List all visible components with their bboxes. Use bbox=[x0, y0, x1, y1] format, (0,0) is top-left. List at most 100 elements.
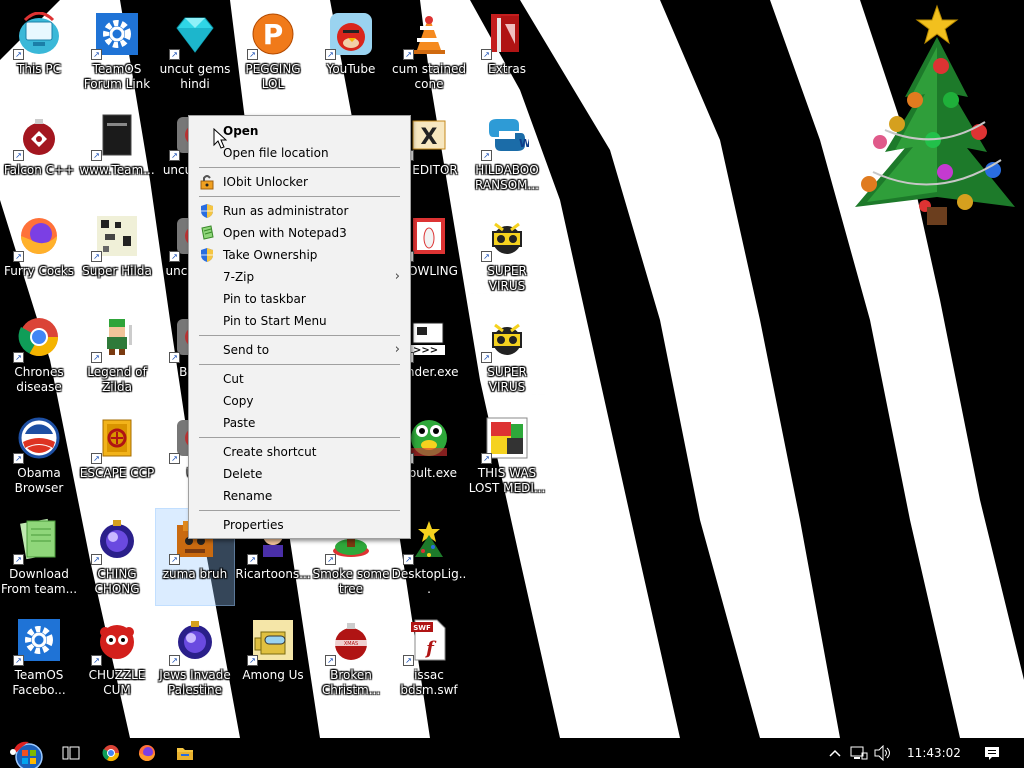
desktop-icon-label: THIS WAS LOST MEDI... bbox=[468, 466, 546, 495]
menu-item-paste[interactable]: Paste bbox=[189, 412, 410, 434]
menu-item-label: Cut bbox=[223, 372, 244, 386]
desktop-icon-label: HILDABOO RANSOM... bbox=[475, 163, 539, 192]
menu-separator bbox=[199, 437, 400, 438]
chrome-icon bbox=[102, 745, 120, 762]
desktop-icon[interactable]: ↗ SUPER VIRUS MAKER 90... bbox=[468, 206, 546, 302]
desktop-icon[interactable]: ↗ Furry Cocks bbox=[0, 206, 78, 302]
ender-icon: >>>↗ bbox=[403, 313, 453, 363]
action-center-icon bbox=[985, 747, 999, 760]
desktop-icon[interactable]: XMAS ↗ Broken Christm... bbox=[312, 610, 390, 706]
firefox-icon bbox=[139, 745, 155, 761]
desktop-icon[interactable]: SWF f ↗ issac bdsm.swf bbox=[390, 610, 468, 706]
mahjong-icon: ↗ bbox=[91, 414, 141, 464]
desktop-icon-label: Legend of Zilda bbox=[87, 365, 147, 394]
desktop-icon-label: TeamOS Facebo... bbox=[12, 668, 66, 697]
virus-maker-icon: ↗ bbox=[481, 212, 531, 262]
menu-separator bbox=[199, 364, 400, 365]
shortcut-arrow-icon: ↗ bbox=[13, 352, 24, 363]
menu-item-label: IObit Unlocker bbox=[223, 175, 308, 189]
desktop-icon[interactable]: ↗ SUPER VIRUS MAKER 9005 bbox=[468, 307, 546, 403]
desktop-icon[interactable]: ↗ TeamOS Forum Link bbox=[78, 4, 156, 100]
shortcut-arrow-icon: ↗ bbox=[13, 150, 24, 161]
menu-item-take-ownership[interactable]: Take Ownership bbox=[189, 244, 410, 266]
desktop-icon[interactable]: ↗ Legend of Zilda bbox=[78, 307, 156, 403]
network-button[interactable] bbox=[848, 738, 870, 768]
desktop-icon[interactable]: ↗ Among Us bbox=[234, 610, 312, 706]
submenu-arrow-icon: › bbox=[394, 269, 400, 284]
desktop-icon[interactable]: ↗ www.Team... bbox=[78, 105, 156, 201]
menu-item-cut[interactable]: Cut bbox=[189, 368, 410, 390]
desktop-icon[interactable]: ↗ CHUZZLE CUM bbox=[78, 610, 156, 706]
volume-button[interactable] bbox=[872, 738, 894, 768]
show-hidden-icons-button[interactable] bbox=[826, 738, 844, 768]
desktop-icon[interactable]: Wg ↗ HILDABOO RANSOM... bbox=[468, 105, 546, 201]
desktop-icon-label: www.Team... bbox=[79, 163, 155, 177]
svg-text:Wg: Wg bbox=[519, 137, 529, 150]
shortcut-arrow-icon: ↗ bbox=[169, 554, 180, 565]
menu-item-run-as-administrator[interactable]: Run as administrator bbox=[189, 200, 410, 222]
desktop-icon[interactable]: ↗ YouTube bbox=[312, 4, 390, 100]
menu-item-delete[interactable]: Delete bbox=[189, 463, 410, 485]
shortcut-arrow-icon: ↗ bbox=[91, 655, 102, 666]
menu-item-pin-to-taskbar[interactable]: Pin to taskbar bbox=[189, 288, 410, 310]
menu-item-copy[interactable]: Copy bbox=[189, 390, 410, 412]
shortcut-arrow-icon: ↗ bbox=[481, 251, 492, 262]
chevron-up-icon bbox=[829, 749, 841, 757]
desktop-icon[interactable]: ↗ uncut gems hindi bbox=[156, 4, 234, 100]
desktop-icon[interactable]: ↗ TeamOS Facebo... bbox=[0, 610, 78, 706]
desktop-icon[interactable]: ↗ Jews Invade Palestine bbox=[156, 610, 234, 706]
desktop-icon[interactable]: ↗ THIS WAS LOST MEDI... bbox=[468, 408, 546, 504]
pixel-game-icon: ↗ bbox=[91, 212, 141, 262]
falcon-ornament-icon: ↗ bbox=[13, 111, 63, 161]
desktop-icon-label: Broken Christm... bbox=[321, 668, 381, 697]
menu-item-label: Properties bbox=[223, 518, 284, 532]
pixel-hero-icon: ↗ bbox=[91, 313, 141, 363]
desktop[interactable]: ↗ This PC ↗ TeamOS Forum Link ↗ uncut gems hi… bbox=[0, 0, 1024, 738]
action-center-button[interactable] bbox=[980, 738, 1004, 768]
desktop-icon[interactable]: ↗ Download From team... bbox=[0, 509, 78, 605]
menu-item-create-shortcut[interactable]: Create shortcut bbox=[189, 441, 410, 463]
shortcut-arrow-icon: ↗ bbox=[91, 150, 102, 161]
vlc-cone-icon: ↗ bbox=[403, 10, 453, 60]
desktop-icon[interactable]: P ↗ PEGGING LOL bbox=[234, 4, 312, 100]
desktop-icon[interactable]: ↗ Extras bbox=[468, 4, 546, 100]
desktop-icon-label: Jews Invade Palestine bbox=[159, 668, 231, 697]
taskbar-file-explorer[interactable] bbox=[172, 738, 198, 768]
svg-text:SWF: SWF bbox=[413, 624, 431, 632]
taskbar-chrome[interactable] bbox=[98, 738, 124, 768]
shortcut-arrow-icon: ↗ bbox=[91, 251, 102, 262]
start-button[interactable] bbox=[4, 738, 48, 768]
desktop-icon[interactable]: ↗ cum stained cone bbox=[390, 4, 468, 100]
menu-item-send-to[interactable]: Send to › bbox=[189, 339, 410, 361]
shortcut-arrow-icon: ↗ bbox=[247, 554, 258, 565]
svg-text:XMAS: XMAS bbox=[344, 641, 358, 647]
desktop-icon[interactable]: ↗ This PC bbox=[0, 4, 78, 100]
desktop-icon[interactable]: ↗ Super Hilda bbox=[78, 206, 156, 302]
menu-item-7-zip[interactable]: 7-Zip › bbox=[189, 266, 410, 288]
menu-item-pin-to-start-menu[interactable]: Pin to Start Menu bbox=[189, 310, 410, 332]
menu-item-rename[interactable]: Rename bbox=[189, 485, 410, 507]
taskbar-firefox[interactable] bbox=[134, 738, 160, 768]
menu-item-iobit-unlocker[interactable]: IObit Unlocker bbox=[189, 171, 410, 193]
desktop-icon[interactable]: ↗ Chrones disease bbox=[0, 307, 78, 403]
menu-item-open-with-notepad3[interactable]: Open with Notepad3 bbox=[189, 222, 410, 244]
shortcut-arrow-icon: ↗ bbox=[481, 49, 492, 60]
menu-item-label: Send to bbox=[223, 343, 270, 357]
desktop-icon-label: DesktopLig... bbox=[391, 567, 467, 596]
menu-item-properties[interactable]: Properties bbox=[189, 514, 410, 536]
desktop-icon-label: PEGGING LOL bbox=[245, 62, 301, 91]
diamond-icon: ↗ bbox=[169, 10, 219, 60]
extras-folder-icon: ↗ bbox=[481, 10, 531, 60]
desktop-icon-label: uncut gems hindi bbox=[159, 62, 231, 91]
menu-separator bbox=[199, 167, 400, 168]
shortcut-arrow-icon: ↗ bbox=[91, 352, 102, 363]
shortcut-arrow-icon: ↗ bbox=[169, 49, 180, 60]
desktop-icon[interactable]: ↗ Falcon C++ bbox=[0, 105, 78, 201]
desktop-icon[interactable]: ↗ ESCAPE CCP bbox=[78, 408, 156, 504]
desktop-icon[interactable]: ↗ CHING CHONG bbox=[78, 509, 156, 605]
taskbar-clock[interactable]: 11:43:02 AM bbox=[896, 738, 972, 768]
desktop-icon[interactable]: ↗ Obama Browser bbox=[0, 408, 78, 504]
task-view-button[interactable] bbox=[58, 738, 84, 768]
xmas-tree-icon: ↗ bbox=[403, 515, 453, 565]
orb-icon: ↗ bbox=[91, 515, 141, 565]
